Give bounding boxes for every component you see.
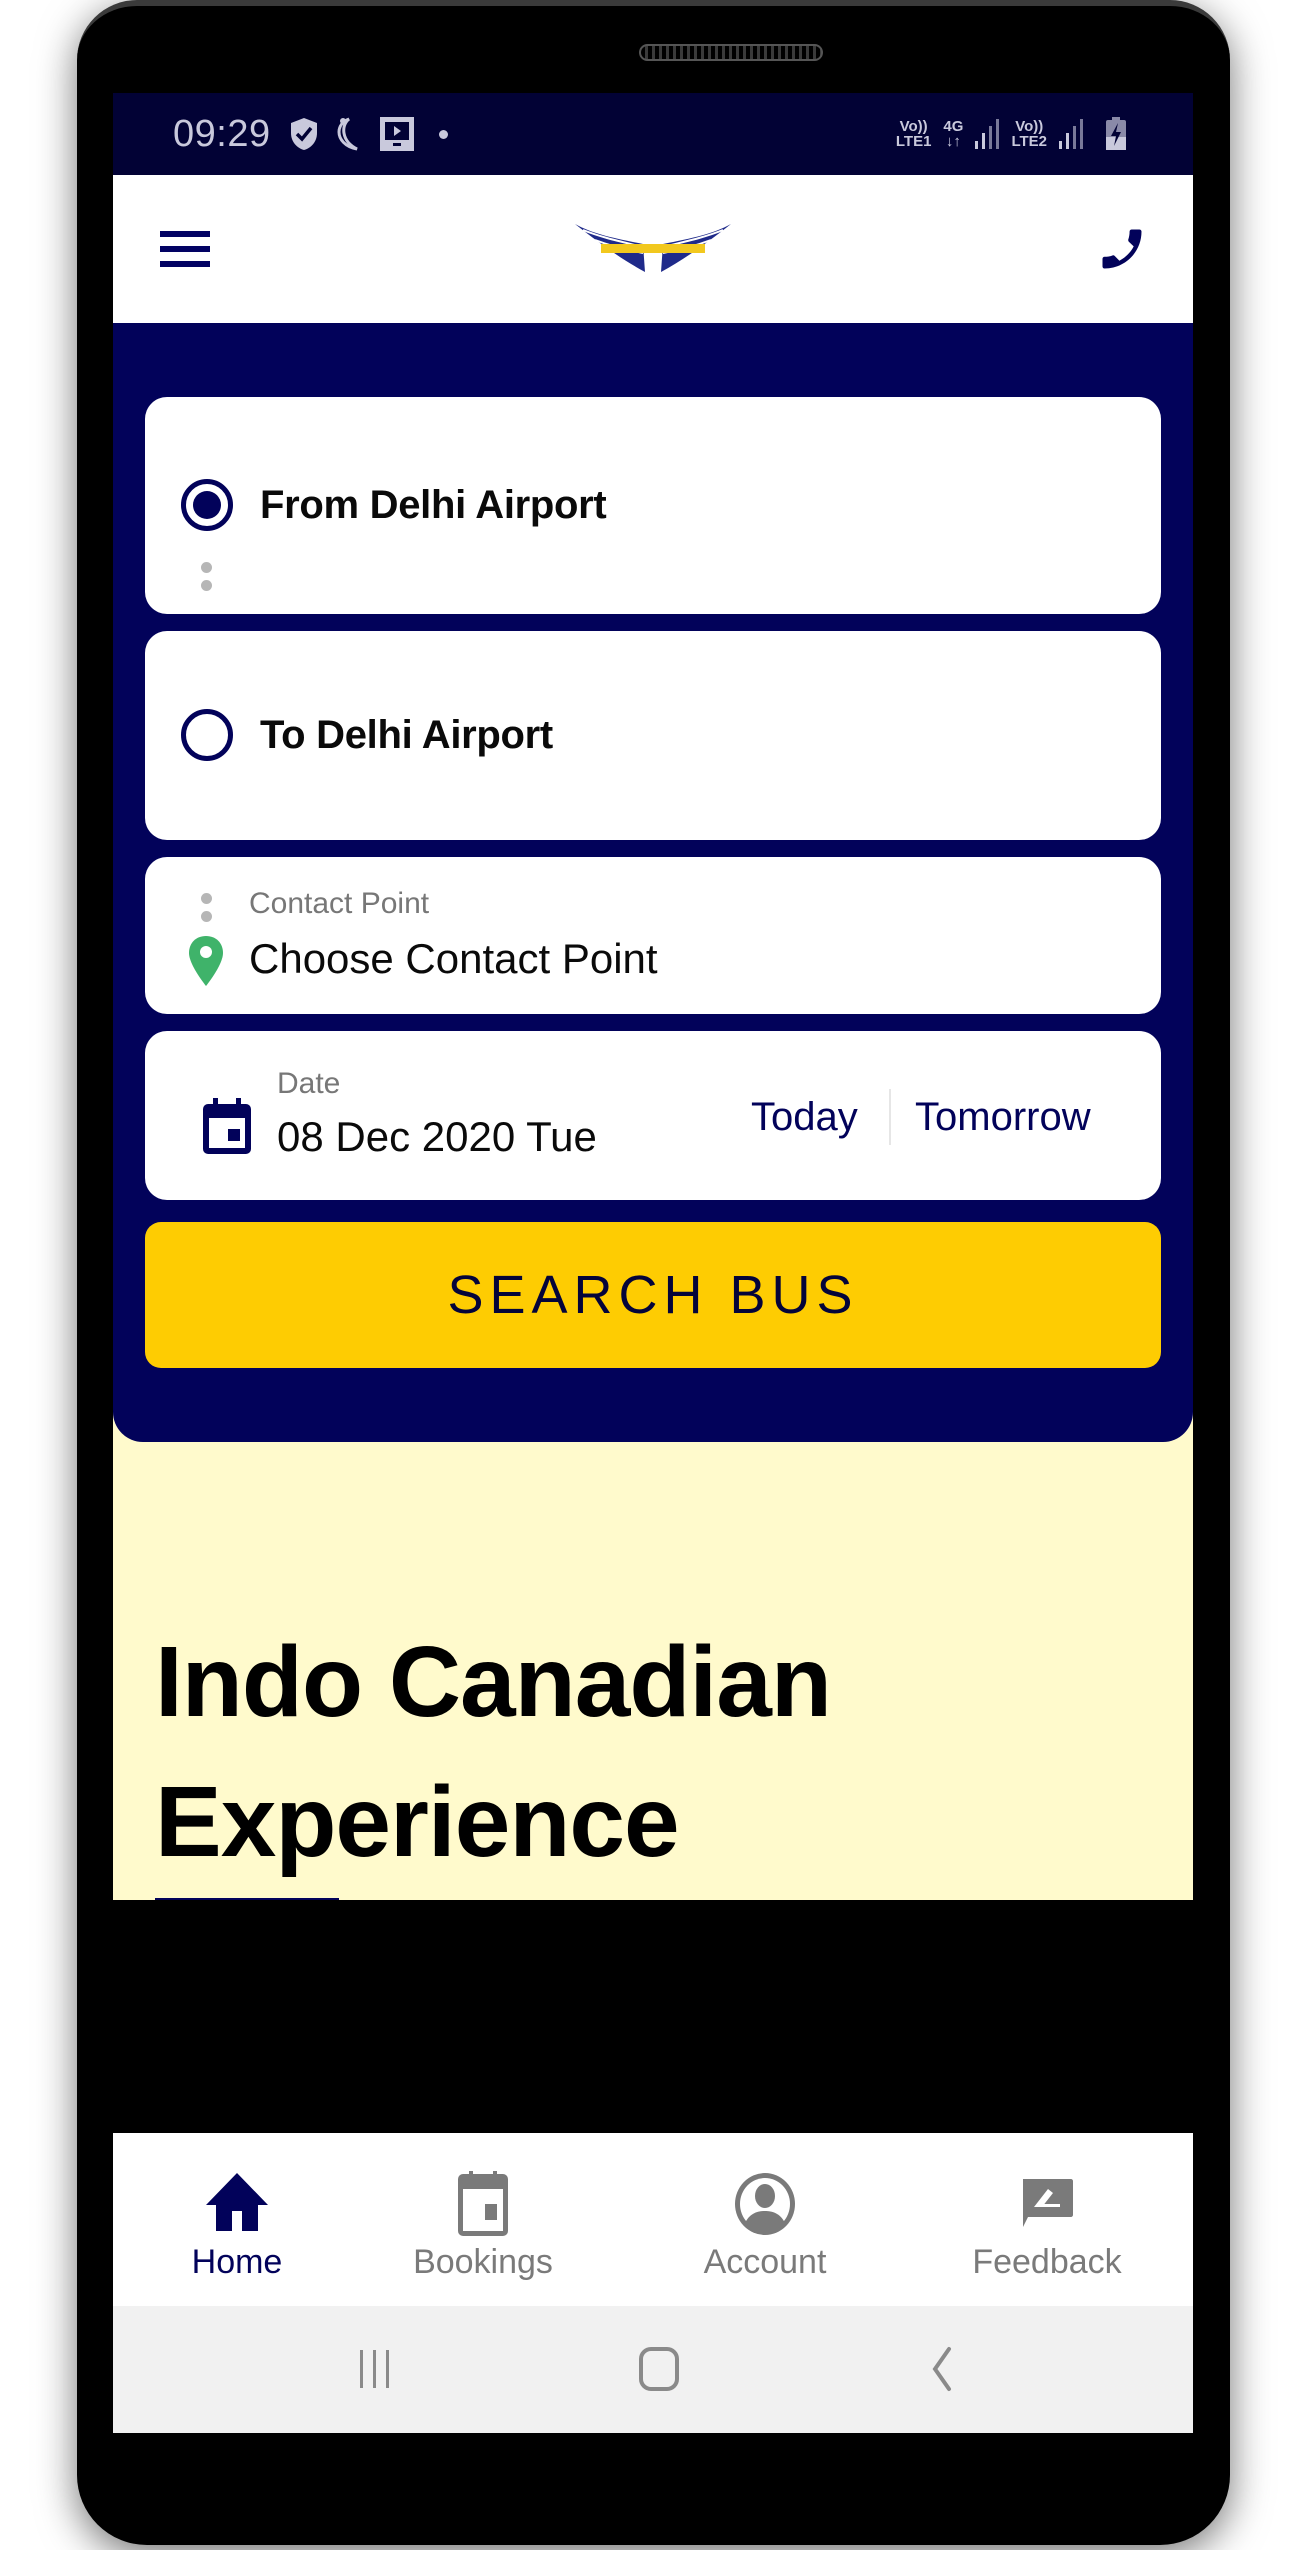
calendar-icon: [450, 2171, 516, 2237]
to-airport-label: To Delhi Airport: [260, 713, 553, 757]
hamburger-menu-icon[interactable]: [160, 231, 210, 267]
empty-content-area: [113, 1900, 1193, 2133]
phone-icon[interactable]: [1096, 223, 1148, 275]
sim1-signal-icon: [975, 119, 1000, 149]
system-navigation-bar: [113, 2306, 1193, 2433]
moon-icon: [335, 117, 363, 151]
date-field: Date 08 Dec 2020 Tue Today Tomorrow: [145, 1031, 1161, 1200]
status-time: 09:29: [173, 112, 271, 155]
battery-charging-icon: [1105, 117, 1127, 151]
to-airport-option[interactable]: To Delhi Airport: [145, 631, 1161, 840]
nav-label-feedback: Feedback: [972, 2243, 1122, 2281]
from-airport-option[interactable]: From Delhi Airport: [145, 397, 1161, 614]
sim2-volte-indicator: Vo)) LTE2: [1011, 118, 1047, 150]
nav-tab-account[interactable]: Account: [655, 2171, 875, 2282]
promo-title: Indo Canadian Experience: [155, 1626, 832, 1878]
nav-label-home: Home: [191, 2243, 283, 2281]
app-header: [113, 175, 1193, 323]
status-bar: 09:29 Vo)) LTE1 4G ↓↑ Vo)) LTE2: [113, 93, 1193, 175]
back-icon[interactable]: [913, 2344, 973, 2394]
from-airport-radio[interactable]: [181, 479, 233, 531]
sim1-volte-indicator: Vo)) LTE1: [895, 118, 932, 150]
home-button-icon[interactable]: [629, 2344, 689, 2394]
route-connector-dots: [201, 893, 212, 929]
tomorrow-button[interactable]: Tomorrow: [915, 1095, 1091, 1140]
screen-cast-icon: [379, 116, 415, 152]
contact-point-label: Contact Point: [249, 887, 430, 920]
calendar-icon[interactable]: [201, 1098, 253, 1156]
nav-tab-bookings[interactable]: Bookings: [373, 2171, 593, 2282]
nav-tab-home[interactable]: Home: [127, 2171, 347, 2282]
date-divider: [889, 1089, 891, 1145]
search-bus-button[interactable]: SEARCH BUS: [145, 1222, 1161, 1368]
booking-panel: From Delhi Airport To Delhi Airport Cont…: [113, 323, 1193, 1442]
wings-logo: [573, 220, 733, 275]
shield-check-icon: [289, 117, 319, 151]
route-connector-dots: [201, 562, 212, 598]
network-type-indicator: 4G ↓↑: [943, 118, 964, 150]
account-circle-icon: [732, 2171, 798, 2237]
sim2-signal-icon: [1059, 119, 1083, 149]
status-right-icons: Vo)) LTE1 4G ↓↑ Vo)) LTE2: [896, 117, 1143, 151]
nav-tab-feedback[interactable]: Feedback: [937, 2171, 1157, 2282]
to-airport-radio[interactable]: [181, 709, 233, 761]
date-label: Date: [277, 1067, 341, 1100]
date-value[interactable]: 08 Dec 2020 Tue: [277, 1113, 597, 1161]
from-airport-label: From Delhi Airport: [260, 483, 607, 527]
today-button[interactable]: Today: [751, 1095, 858, 1140]
recent-apps-icon[interactable]: [345, 2344, 405, 2394]
notification-dot-icon: [438, 129, 448, 139]
contact-point-value: Choose Contact Point: [249, 935, 658, 982]
feedback-icon: [1014, 2171, 1080, 2237]
phone-screen: 09:29 Vo)) LTE1 4G ↓↑ Vo)) LTE2 Indo Can…: [113, 93, 1193, 2433]
bottom-navigation: Home Bookings Account Feedback: [113, 2133, 1193, 2306]
earpiece-speaker: [639, 44, 823, 61]
nav-label-bookings: Bookings: [413, 2243, 553, 2281]
location-pin-icon: [188, 935, 224, 987]
nav-label-account: Account: [703, 2243, 827, 2281]
contact-point-field[interactable]: Contact Point Choose Contact Point: [145, 857, 1161, 1014]
promo-section: Indo Canadian Experience: [113, 1412, 1193, 1909]
home-icon: [204, 2171, 270, 2237]
